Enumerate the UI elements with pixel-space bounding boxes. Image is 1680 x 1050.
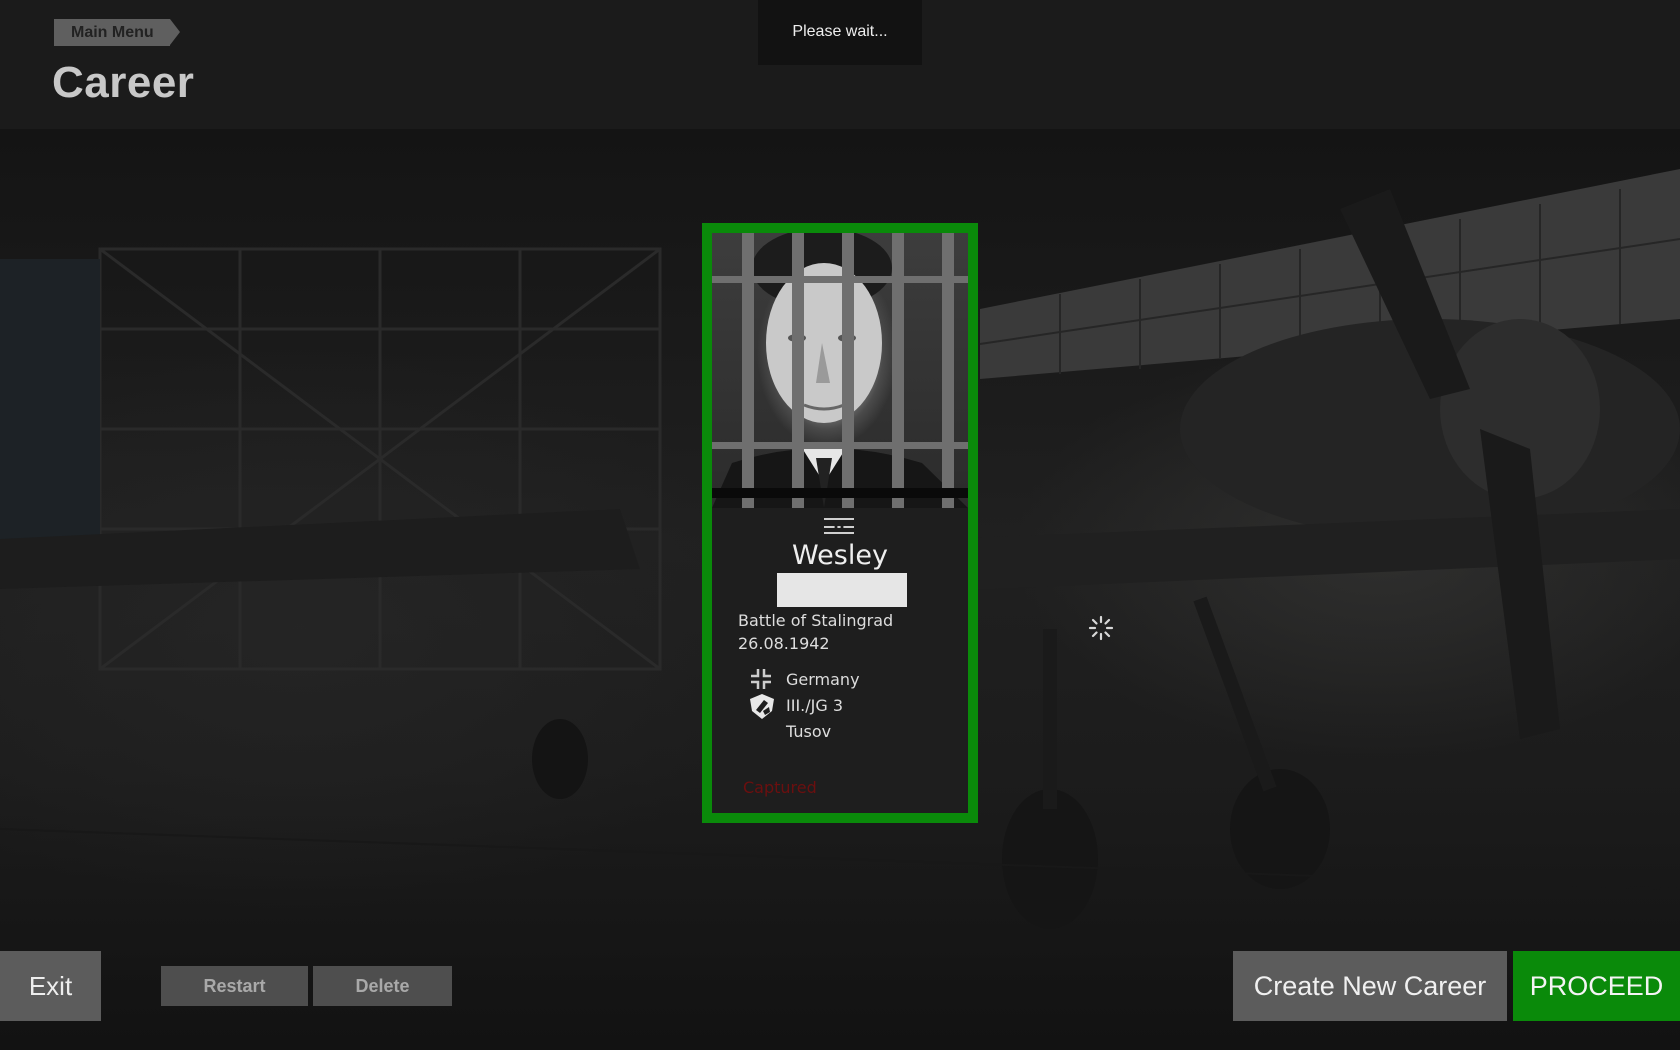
campaign-name: Battle of Stalingrad (738, 611, 894, 630)
please-wait-notice: Please wait... (758, 0, 922, 65)
country-label: Germany (786, 670, 860, 689)
page-title: Career (52, 58, 195, 107)
exit-button[interactable]: Exit (0, 951, 101, 1021)
career-date: 26.08.1942 (738, 634, 830, 653)
rank-icon (824, 518, 854, 534)
pilot-portrait (712, 233, 968, 508)
unit-label: III./JG 3 (786, 696, 844, 715)
location-label: Tusov (786, 722, 832, 741)
country-balkenkreuz-icon (751, 669, 771, 689)
career-card[interactable]: Wesley Battle of Stalingrad 26.08.1942 G… (702, 223, 978, 823)
delete-button[interactable]: Delete (313, 966, 452, 1006)
status-label: Captured (743, 778, 817, 797)
pilot-name: Wesley (792, 540, 888, 571)
create-new-career-button[interactable]: Create New Career (1233, 951, 1507, 1021)
restart-button[interactable]: Restart (161, 966, 308, 1006)
unit-emblem-icon (750, 694, 774, 719)
pilot-surname-redacted (777, 573, 907, 607)
breadcrumb-main-menu[interactable]: Main Menu (54, 19, 180, 46)
proceed-button[interactable]: PROCEED (1513, 951, 1680, 1021)
spinner-icon (1088, 615, 1114, 641)
